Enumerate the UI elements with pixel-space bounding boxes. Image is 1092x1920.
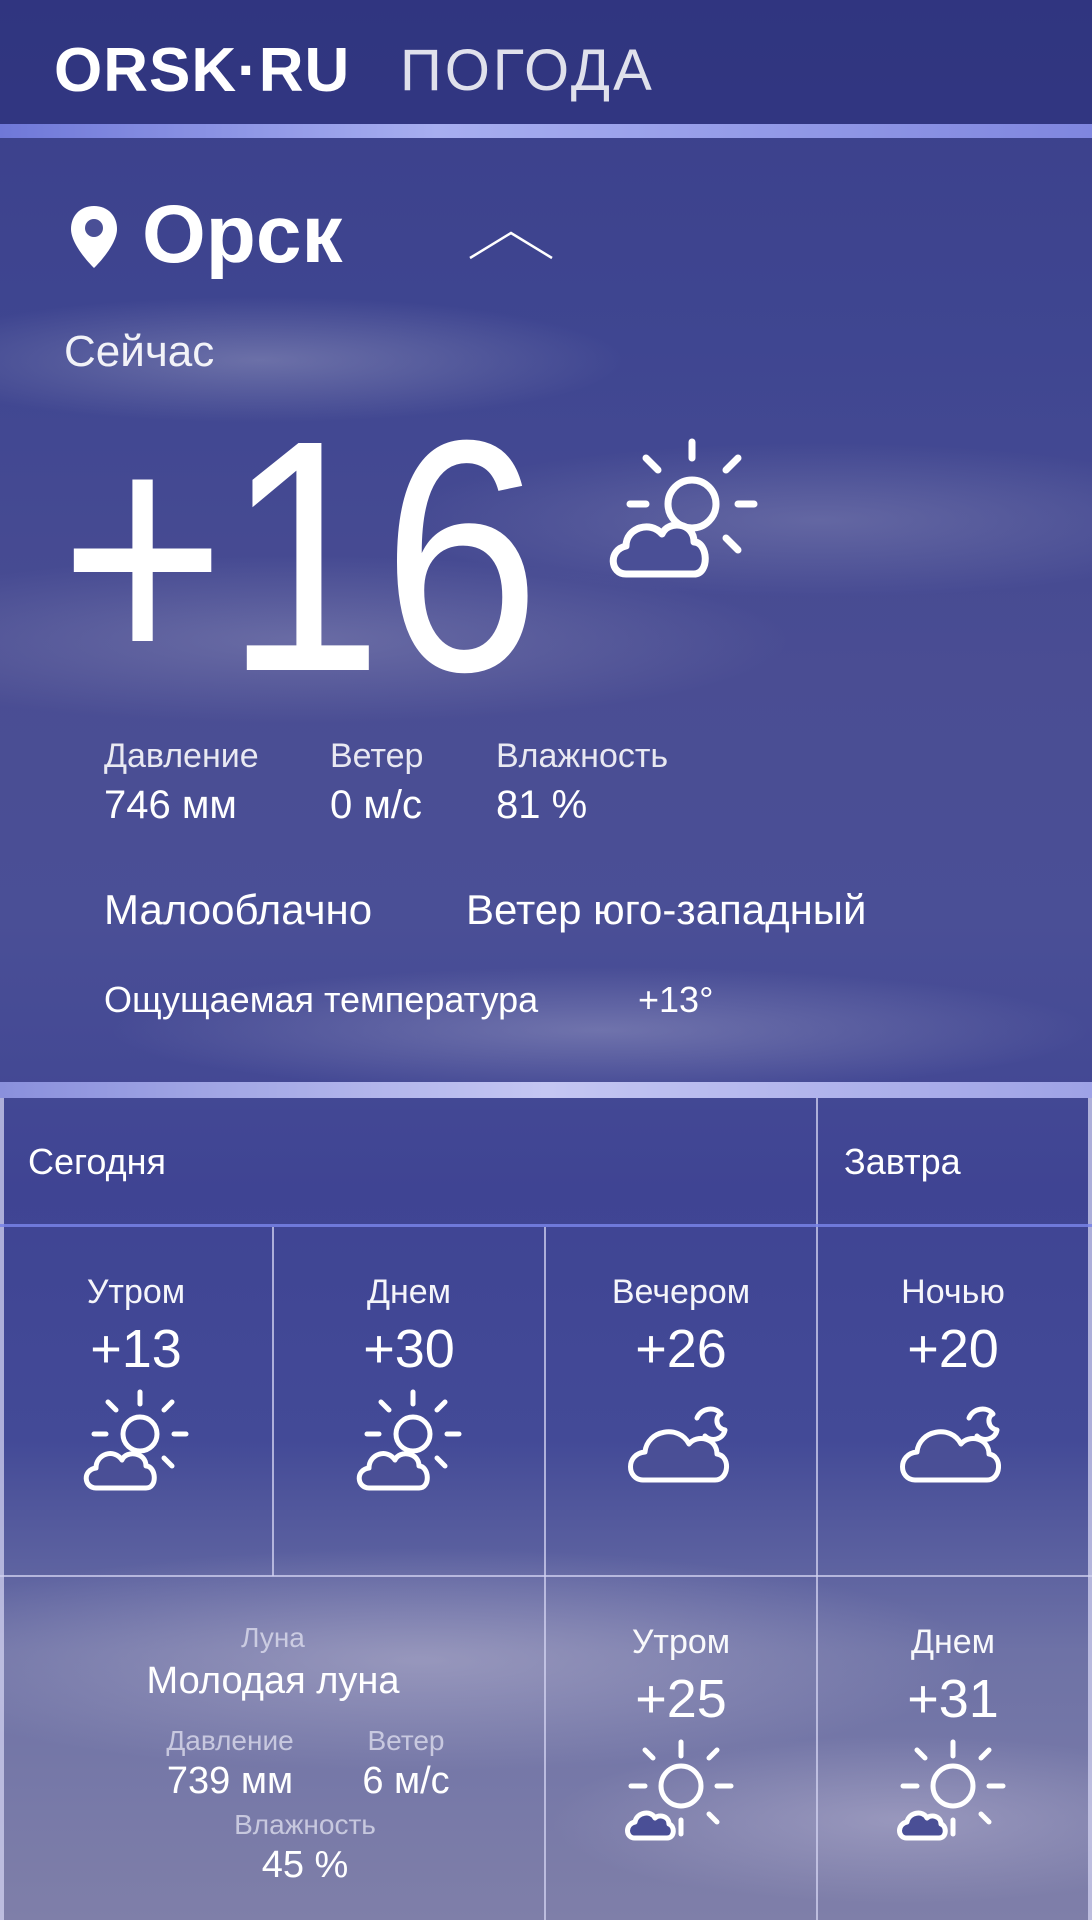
wind-value: 0 м/с <box>330 783 422 827</box>
period-label: Днем <box>910 1623 996 1661</box>
now-label: Сейчас <box>64 327 215 376</box>
forecast-night: Ночью +20 <box>818 1270 1088 1494</box>
sun-with-cloud-icon <box>625 1739 734 1841</box>
period-temp: +31 <box>907 1669 999 1729</box>
forecast-evening: Вечером +26 <box>546 1270 816 1494</box>
period-temp: +30 <box>363 1319 455 1379</box>
cloudy-moon-icon <box>628 1406 729 1483</box>
details-pressure-value: 739 мм <box>166 1760 294 1802</box>
feels-like-value: +13° <box>638 979 714 1020</box>
chevron-up-icon[interactable] <box>468 230 554 260</box>
period-label: Днем <box>366 1273 452 1311</box>
partly-cloudy-sun-icon <box>609 438 758 578</box>
forecast-tomorrow-day: Днем +31 <box>818 1620 1088 1844</box>
pressure-stat: Давление 746 мм <box>104 734 259 832</box>
tab-tomorrow[interactable]: Завтра <box>844 1138 961 1186</box>
period-label: Утром <box>631 1623 731 1661</box>
humidity-label: Влажность <box>496 737 669 775</box>
city-name: Орск <box>142 189 343 280</box>
feels-like-label: Ощущаемая температура <box>104 979 539 1020</box>
details-pressure: Давление 739 мм <box>140 1724 320 1804</box>
section-divider-band <box>0 1082 1092 1098</box>
location-pin-icon <box>71 206 117 268</box>
pressure-label: Давление <box>104 737 259 775</box>
humidity-value: 81 % <box>496 783 588 827</box>
details-humidity: Влажность 45 % <box>180 1808 430 1888</box>
period-label: Вечером <box>611 1273 751 1311</box>
period-label: Ночью <box>901 1273 1005 1311</box>
partly-cloudy-sun-icon <box>356 1389 462 1491</box>
site-logo[interactable]: ORSK·RU <box>54 36 350 106</box>
wind-stat: Ветер 0 м/с <box>330 734 423 832</box>
grid-border-right <box>1088 1098 1092 1920</box>
wind-direction-text: Ветер юго-западный <box>466 886 867 933</box>
condition-text: Малооблачно <box>104 886 373 933</box>
details-humidity-value: 45 % <box>261 1844 349 1886</box>
details-wind-value: 6 м/с <box>362 1760 450 1802</box>
forecast-tomorrow-morning: Утром +25 <box>546 1620 816 1844</box>
current-temperature: +16 <box>60 400 540 700</box>
pressure-value: 746 мм <box>104 783 237 827</box>
app-header: ORSK·RU ПОГОДА <box>0 0 1092 130</box>
period-temp: +25 <box>635 1669 727 1729</box>
partly-cloudy-sun-icon <box>83 1389 189 1491</box>
period-temp: +26 <box>635 1319 727 1379</box>
details-wind: Ветер 6 м/с <box>336 1724 476 1804</box>
humidity-stat: Влажность 81 % <box>496 734 668 832</box>
details-wind-label: Ветер <box>367 1725 445 1756</box>
forecast-day: Днем +30 <box>274 1270 544 1494</box>
period-label: Утром <box>86 1273 186 1311</box>
header-divider <box>0 124 1092 138</box>
section-title: ПОГОДА <box>400 38 655 103</box>
wind-label: Ветер <box>330 737 424 775</box>
period-temp: +13 <box>90 1319 182 1379</box>
grid-header-underline <box>0 1224 1092 1227</box>
cloudy-moon-icon <box>900 1406 1001 1483</box>
sun-with-cloud-icon <box>897 1739 1006 1841</box>
moon-label: Луна <box>241 1622 305 1653</box>
details-pressure-label: Давление <box>166 1725 294 1756</box>
grid-row-divider <box>0 1575 1092 1577</box>
current-temperature-text: +16 <box>60 400 540 700</box>
forecast-morning: Утром +13 <box>0 1270 272 1494</box>
moon-value: Молодая луна <box>146 1660 400 1702</box>
period-temp: +20 <box>907 1319 999 1379</box>
details-humidity-label: Влажность <box>234 1809 376 1840</box>
tab-today[interactable]: Сегодня <box>28 1138 166 1186</box>
tomorrow-details: Луна Молодая луна Давление 739 мм Ветер … <box>0 1578 546 1920</box>
